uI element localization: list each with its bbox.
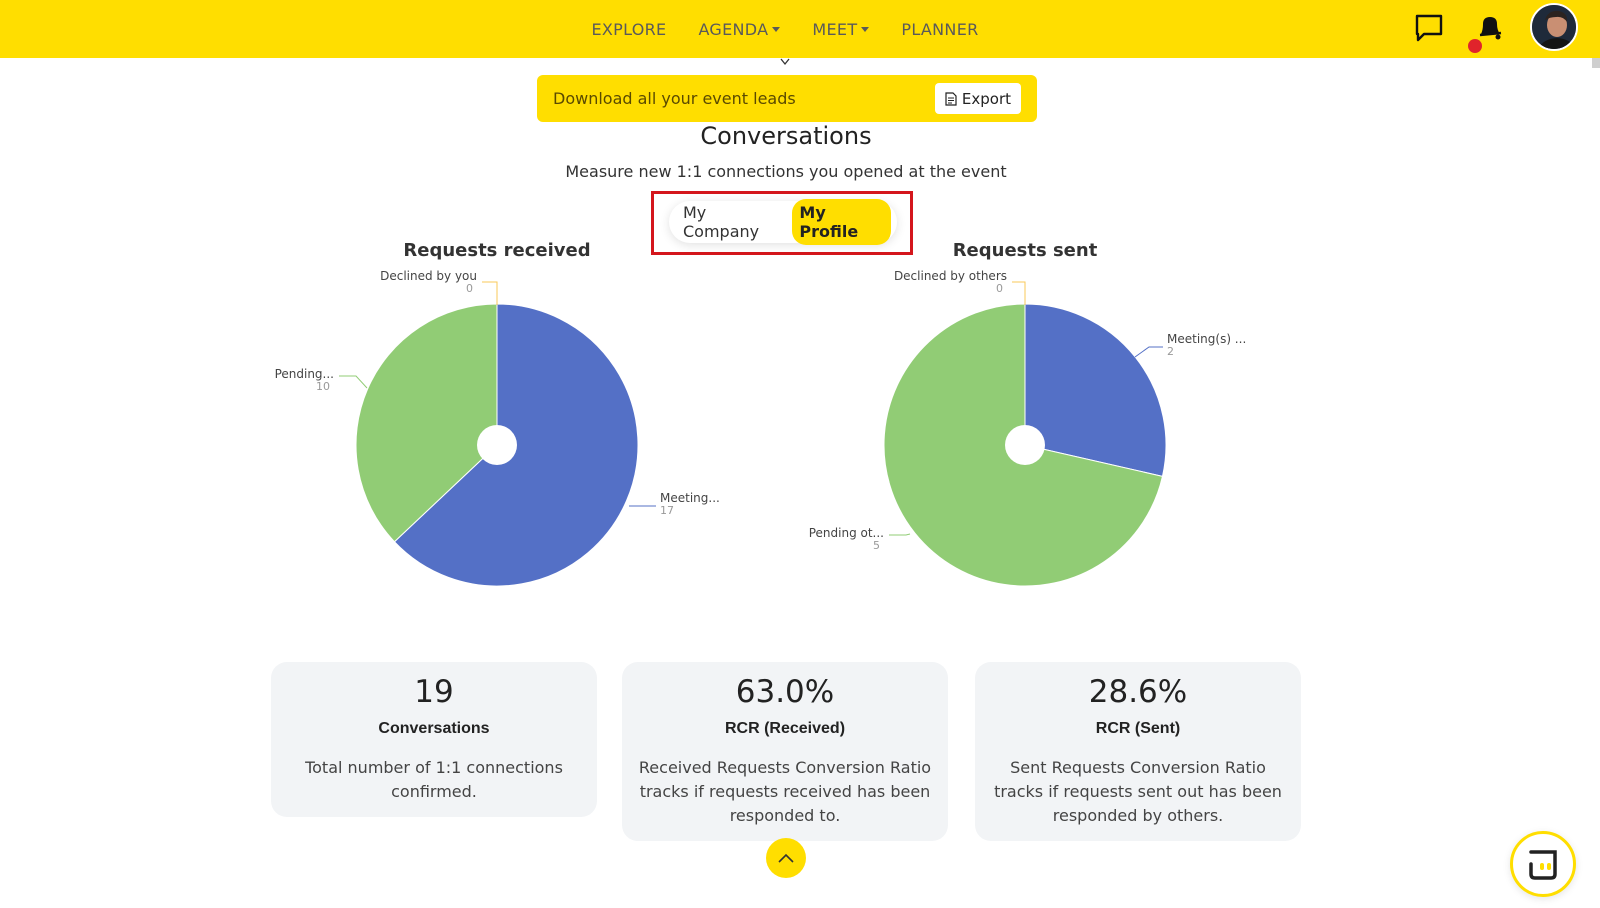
company-profile-toggle: My Company My Profile (669, 199, 897, 245)
leads-download-banner: Download all your event leads Export (537, 75, 1037, 122)
avatar[interactable] (1530, 3, 1578, 51)
chart-title: Requests sent (953, 240, 1098, 261)
stat-value: 28.6% (1088, 674, 1188, 710)
nav-explore[interactable]: EXPLORE (591, 20, 666, 39)
nav-agenda[interactable]: AGENDA (698, 19, 781, 39)
document-icon (945, 91, 957, 106)
chevron-up-icon (778, 853, 794, 863)
nav-explore-label: EXPLORE (591, 19, 667, 39)
nav-meet[interactable]: MEET (812, 19, 870, 39)
slice-value: 0 (466, 282, 473, 295)
notification-badge (1468, 39, 1482, 53)
page-subtitle: Measure new 1:1 connections you opened a… (565, 162, 1007, 181)
label-line (1134, 346, 1163, 358)
chevron-down-icon[interactable] (780, 58, 790, 66)
toggle-my-profile[interactable]: My Profile (792, 199, 891, 245)
pie-center-hole (1005, 425, 1045, 465)
scroll-to-top-button[interactable] (766, 838, 806, 878)
chart-title: Requests received (403, 240, 590, 261)
stat-title: Conversations (378, 720, 490, 737)
pie-center-hole (477, 425, 517, 465)
pie-slice[interactable] (883, 303, 1164, 587)
slice-label: Declined by you (380, 269, 477, 283)
slice-value: 17 (660, 504, 674, 517)
banner-text: Download all your event leads (553, 89, 796, 108)
stat-description: Total number of 1:1 connections confirme… (305, 758, 563, 801)
slice-value: 2 (1167, 345, 1174, 358)
slice-label: Declined by others (894, 269, 1007, 283)
slice-value: 10 (316, 380, 330, 393)
page-title: Conversations (700, 122, 872, 150)
toggle-my-company[interactable]: My Company (683, 203, 780, 241)
assistant-icon (1529, 850, 1557, 880)
nav-planner[interactable]: PLANNER (901, 20, 978, 39)
stat-card-rcr-sent: 28.6% RCR (Sent) Sent Requests Conversio… (975, 662, 1301, 841)
nav-agenda-label: AGENDA (698, 19, 769, 39)
stat-card-rcr-received: 63.0% RCR (Received) Received Requests C… (622, 662, 948, 841)
slice-label: Pending ot... (809, 526, 884, 540)
slice-value: 5 (873, 539, 880, 552)
nav-meet-label: MEET (812, 19, 858, 39)
label-line (1012, 281, 1026, 305)
export-button[interactable]: Export (934, 83, 1021, 114)
caret-down-icon (772, 26, 781, 32)
chat-icon[interactable] (1413, 12, 1445, 44)
stat-description: Received Requests Conversion Ratio track… (638, 758, 932, 825)
help-chat-button[interactable] (1510, 831, 1576, 897)
pie-slice[interactable] (393, 303, 639, 587)
nav-planner-label: PLANNER (901, 19, 979, 39)
scrollbar[interactable] (1592, 58, 1600, 68)
label-line (339, 375, 368, 389)
export-label: Export (961, 89, 1011, 108)
slice-label: Meeting(s) ... (1167, 332, 1246, 346)
stat-description: Sent Requests Conversion Ratio tracks if… (994, 758, 1282, 825)
main-nav: EXPLORE AGENDA MEET PLANNER (0, 0, 1600, 58)
pie-slice[interactable] (1024, 303, 1167, 477)
slice-value: 0 (996, 282, 1003, 295)
slice-label: Meeting... (660, 491, 720, 505)
pie-slice[interactable] (355, 303, 498, 543)
stat-title: RCR (Sent) (1095, 720, 1181, 737)
label-line (482, 281, 498, 305)
stat-card-conversations: 19 Conversations Total number of 1:1 con… (271, 662, 597, 817)
caret-down-icon (861, 26, 870, 32)
stat-value: 63.0% (735, 674, 835, 710)
stat-title: RCR (Received) (724, 720, 846, 737)
label-line (889, 533, 911, 536)
slice-label: Pending... (275, 367, 334, 381)
stat-value: 19 (414, 674, 454, 710)
